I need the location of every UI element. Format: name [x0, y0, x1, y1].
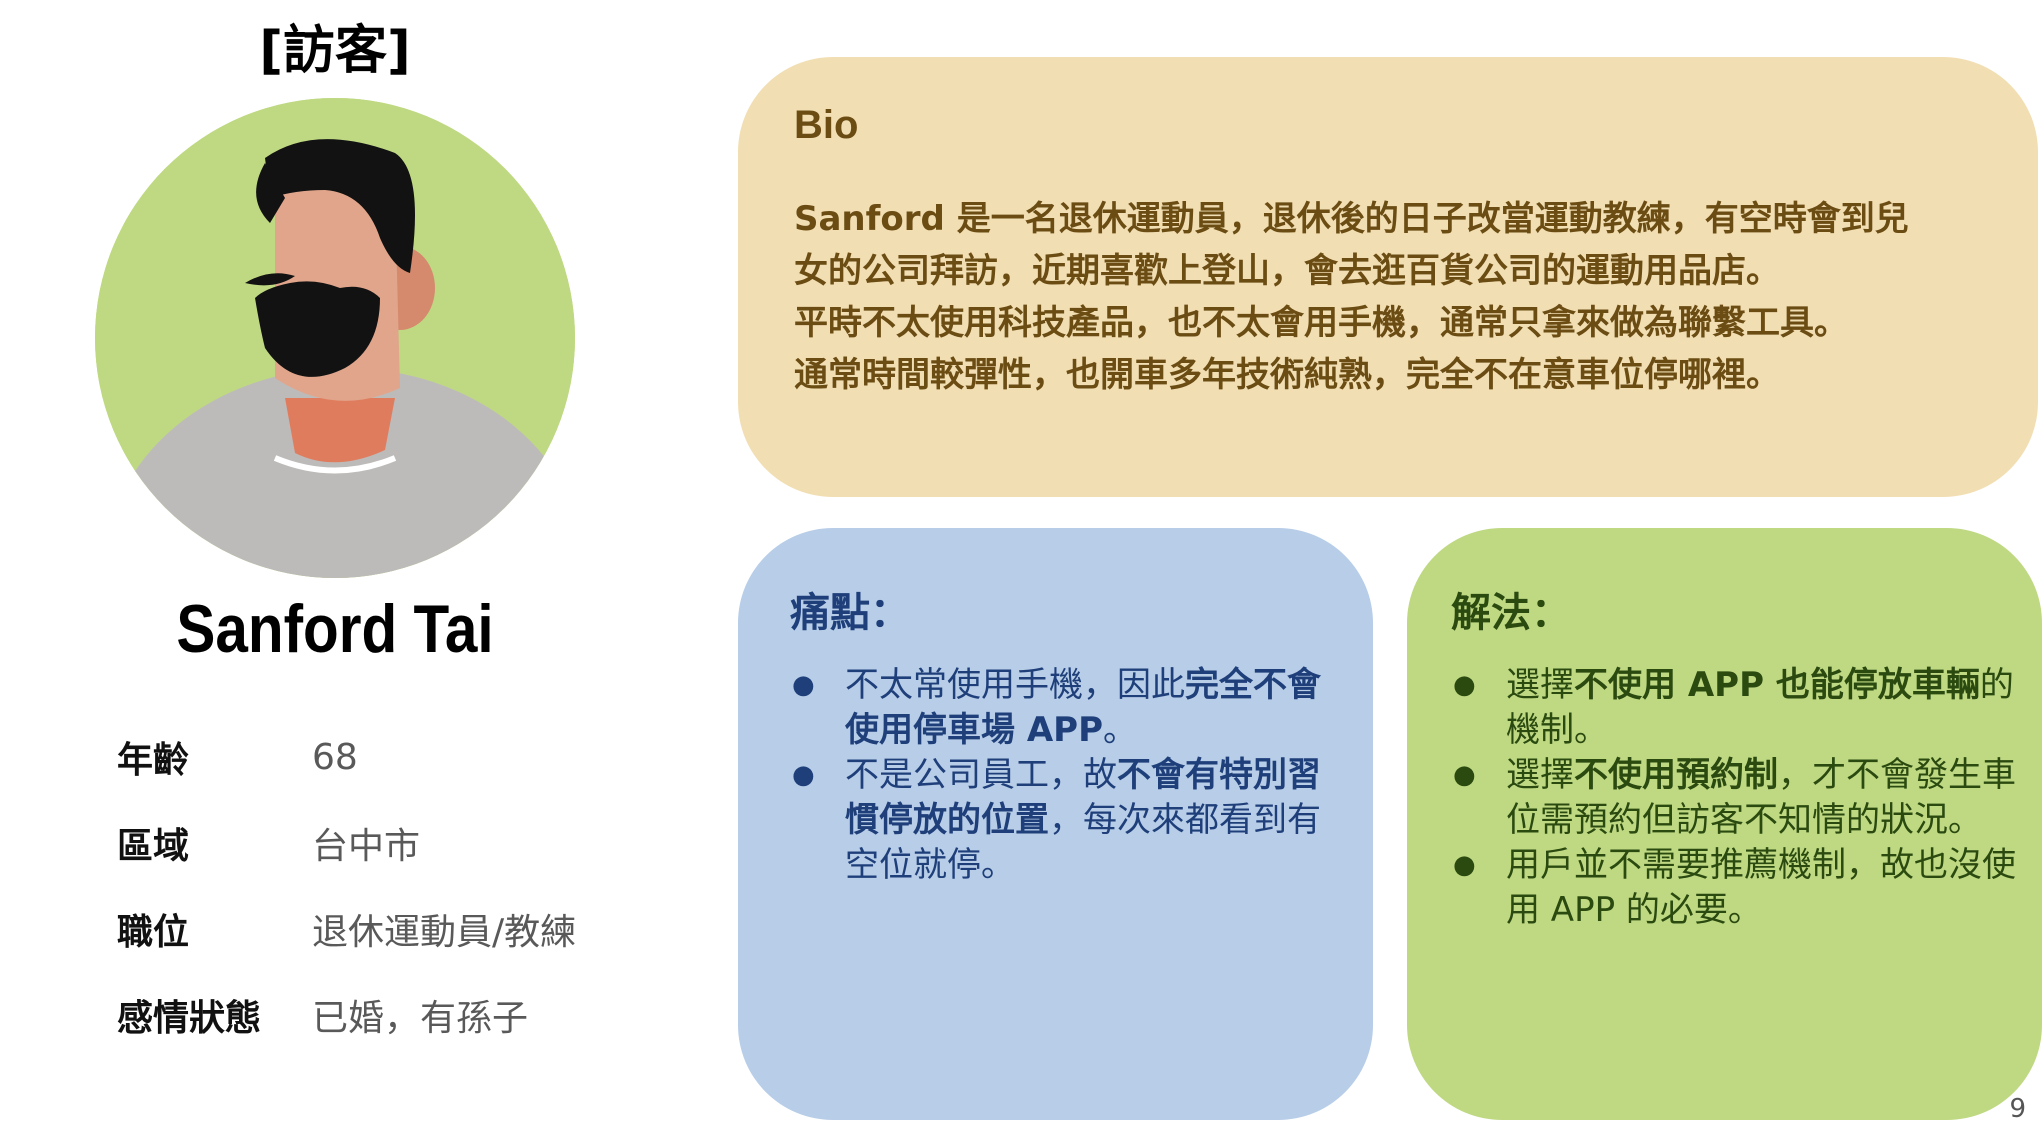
info-label: 區域: [117, 826, 190, 867]
bio-heading: Bio: [794, 103, 859, 147]
list-item: 用戶並不需要推薦機制，故也沒使用 APP 的必要。: [1451, 843, 2021, 933]
info-row-age: 年齡 68: [117, 732, 358, 782]
pain-points-list: 不太常使用手機，因此完全不會使用停車場 APP。不是公司員工，故不會有特別習慣停…: [790, 663, 1350, 888]
solutions-heading: 解法：: [1451, 590, 1571, 636]
info-label: 感情狀態: [117, 998, 262, 1039]
list-item: 選擇不使用 APP 也能停放車輛的機制。: [1451, 663, 2021, 753]
info-label: 職位: [117, 912, 190, 953]
persona-name: Sanford Tai: [176, 591, 494, 667]
list-item: 不太常使用手機，因此完全不會使用停車場 APP。: [790, 663, 1350, 753]
bio-line: 女的公司拜訪，近期喜歡上登山，會去逛百貨公司的運動用品店。: [794, 251, 1780, 291]
info-row-position: 職位 退休運動員/教練: [117, 904, 576, 954]
emphasis-text: 不使用 APP 也能停放車輛: [1574, 665, 1980, 705]
list-item-text: 。: [1103, 710, 1137, 750]
solutions-card: 解法： 選擇不使用 APP 也能停放車輛的機制。選擇不使用預約制，才不會發生車位…: [1407, 528, 2042, 1120]
info-value: 已婚，有孫子: [312, 998, 529, 1039]
bio-text: Sanford 是一名退休運動員，退休後的日子改當運動教練，有空時會到兒 女的公…: [794, 193, 1968, 401]
info-row-region: 區域 台中市: [117, 818, 420, 868]
list-item-text: 不是公司員工，故: [845, 755, 1117, 795]
man-avatar-icon: [95, 98, 575, 578]
bio-line: Sanford 是一名退休運動員，退休後的日子改當運動教練，有空時會到兒: [794, 199, 1909, 239]
list-item-text: 選擇: [1506, 755, 1574, 795]
list-item: 不是公司員工，故不會有特別習慣停放的位置，每次來都看到有空位就停。: [790, 753, 1350, 888]
emphasis-text: 不使用預約制: [1574, 755, 1778, 795]
info-value: 退休運動員/教練: [312, 912, 577, 953]
bio-line: 通常時間較彈性，也開車多年技術純熟，完全不在意車位停哪裡。: [794, 355, 1780, 395]
persona-role-title: [訪客]: [259, 21, 411, 81]
bio-card: Bio Sanford 是一名退休運動員，退休後的日子改當運動教練，有空時會到兒…: [738, 57, 2038, 497]
pain-points-heading: 痛點：: [790, 590, 910, 636]
info-label: 年齡: [117, 740, 190, 781]
page-number: 9: [2009, 1094, 2026, 1124]
solutions-list: 選擇不使用 APP 也能停放車輛的機制。選擇不使用預約制，才不會發生車位需預約但…: [1451, 663, 2021, 933]
bio-line: 平時不太使用科技產品，也不太會用手機，通常只拿來做為聯繫工具。: [794, 303, 1848, 343]
list-item-text: 用戶並不需要推薦機制，故也沒使用 APP 的必要。: [1506, 845, 2016, 930]
info-value: 台中市: [312, 826, 421, 867]
list-item-text: 選擇: [1506, 665, 1574, 705]
info-row-relationship: 感情狀態 已婚，有孫子: [117, 990, 528, 1040]
list-item: 選擇不使用預約制，才不會發生車位需預約但訪客不知情的狀況。: [1451, 753, 2021, 843]
info-value: 68: [312, 736, 358, 778]
pain-points-card: 痛點： 不太常使用手機，因此完全不會使用停車場 APP。不是公司員工，故不會有特…: [738, 528, 1373, 1120]
list-item-text: 不太常使用手機，因此: [845, 665, 1185, 705]
